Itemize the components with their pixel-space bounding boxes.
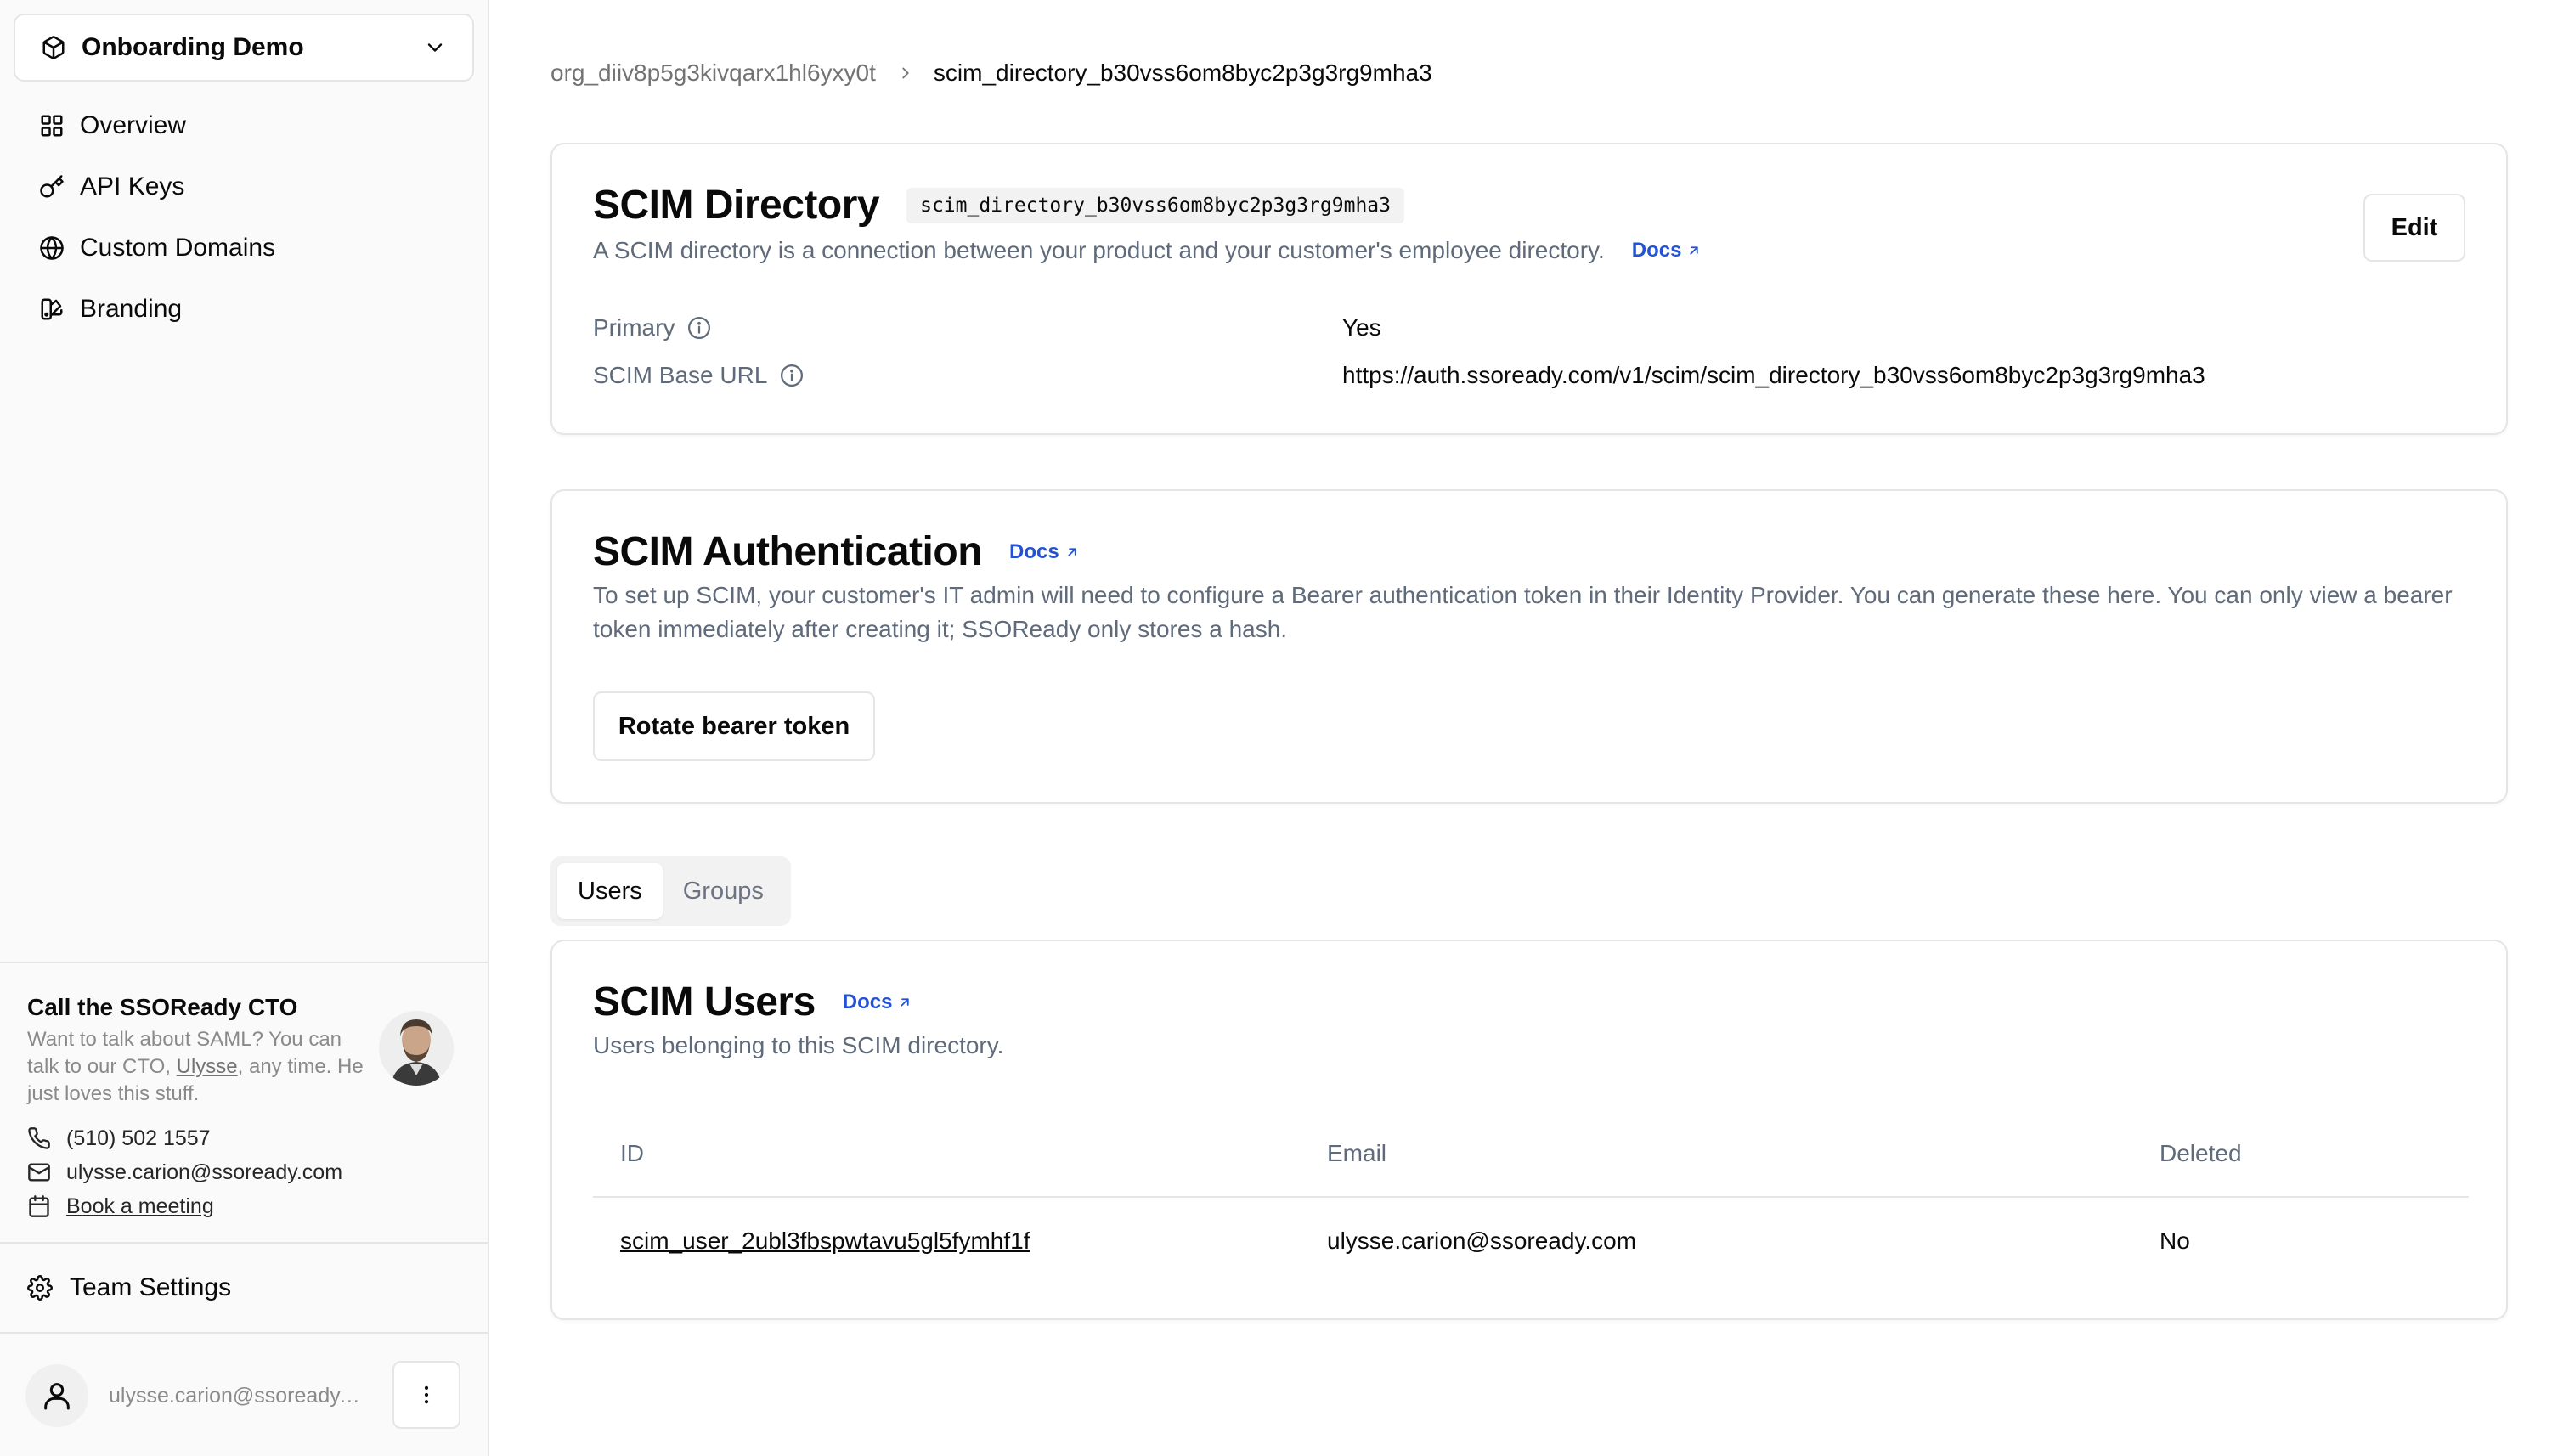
users-docs-link[interactable]: Docs (843, 990, 913, 1014)
cto-contacts: (510) 502 1557 ulysse.carion@ssoready.co… (27, 1121, 460, 1223)
directory-description: A SCIM directory is a connection between… (593, 237, 1605, 263)
sidebar-item-api-keys[interactable]: API Keys (14, 156, 474, 217)
cto-email-label: ulysse.carion@ssoready.com (66, 1160, 343, 1184)
arrow-up-right-icon (897, 995, 912, 1010)
info-icon[interactable] (686, 315, 712, 341)
column-header-email: Email (1327, 1140, 1387, 1166)
docs-link-label: Docs (1009, 539, 1059, 563)
gear-icon (27, 1275, 53, 1301)
info-icon[interactable] (779, 363, 805, 388)
cto-card: Call the SSOReady CTO Want to talk about… (0, 962, 488, 1242)
sidebar-nav: Overview API Keys Custom Domains Brandin… (14, 95, 474, 340)
detail-label-text: Primary (593, 314, 675, 341)
user-email-cell: ulysse.carion@ssoready.com (1327, 1227, 1637, 1254)
team-settings-label: Team Settings (70, 1273, 232, 1301)
scim-directory-card: SCIM Directory scim_directory_b30vss6om8… (550, 143, 2508, 435)
sidebar-item-overview[interactable]: Overview (14, 95, 474, 156)
detail-row-primary: Primary Yes (593, 311, 2462, 345)
cto-avatar (379, 1011, 454, 1086)
user-deleted-cell: No (2160, 1227, 2190, 1254)
more-vertical-icon (415, 1383, 438, 1407)
cto-card-description: Want to talk about SAML? You can talk to… (27, 1026, 375, 1108)
sidebar: Onboarding Demo Overview API Keys Custom… (0, 0, 489, 1456)
detail-label: Primary (593, 314, 1342, 341)
sidebar-item-label: Custom Domains (80, 234, 276, 262)
main-content: org_diiv8p5g3kivqarx1hl6yxy0t scim_direc… (491, 0, 2569, 1456)
key-icon (39, 174, 65, 200)
edit-button[interactable]: Edit (2363, 194, 2465, 262)
user-avatar (25, 1364, 88, 1427)
user-email: ulysse.carion@ssoready.com (109, 1383, 364, 1408)
breadcrumb-org-link[interactable]: org_diiv8p5g3kivqarx1hl6yxy0t (550, 59, 876, 87)
sidebar-item-branding[interactable]: Branding (14, 279, 474, 340)
rotate-bearer-token-button[interactable]: Rotate bearer token (593, 691, 875, 761)
auth-title: SCIM Authentication (593, 529, 983, 574)
detail-value: Yes (1342, 314, 1381, 341)
sidebar-item-custom-domains[interactable]: Custom Domains (14, 217, 474, 279)
docs-link-label: Docs (1631, 239, 1682, 262)
directory-id-badge: scim_directory_b30vss6om8byc2p3g3rg9mha3 (906, 187, 1404, 223)
directory-docs-link[interactable]: Docs (1632, 239, 1702, 262)
table-header: ID Email Deleted (593, 1111, 2469, 1198)
detail-label: SCIM Base URL (593, 362, 1342, 389)
sidebar-item-label: Branding (80, 295, 183, 323)
users-table: ID Email Deleted scim_user_2ubl3fbspwtav… (593, 1111, 2469, 1284)
box-icon (41, 35, 66, 60)
detail-row-base-url: SCIM Base URL https://auth.ssoready.com/… (593, 358, 2462, 392)
cto-name-link[interactable]: Ulysse (177, 1055, 238, 1078)
user-menu-button[interactable] (392, 1361, 460, 1429)
cto-book-meeting[interactable]: Book a meeting (27, 1189, 460, 1223)
user-account-row: ulysse.carion@ssoready.com (0, 1335, 488, 1456)
user-id-link[interactable]: scim_user_2ubl3fbspwtavu5gl5fymhf1f (620, 1227, 1030, 1254)
cto-email[interactable]: ulysse.carion@ssoready.com (27, 1155, 460, 1189)
grid-icon (39, 113, 65, 138)
arrow-up-right-icon (1686, 243, 1702, 258)
book-meeting-link[interactable]: Book a meeting (66, 1194, 214, 1219)
users-description: Users belonging to this SCIM directory. (593, 1032, 1004, 1058)
users-groups-tabs: Users Groups (550, 856, 791, 926)
users-title: SCIM Users (593, 979, 816, 1024)
org-name: Onboarding Demo (82, 33, 304, 61)
tab-users[interactable]: Users (557, 863, 663, 919)
breadcrumb: org_diiv8p5g3kivqarx1hl6yxy0t scim_direc… (550, 56, 1432, 90)
user-id-cell: scim_user_2ubl3fbspwtavu5gl5fymhf1f (593, 1227, 1327, 1255)
breadcrumb-current: scim_directory_b30vss6om8byc2p3g3rg9mha3 (933, 59, 1432, 86)
sidebar-item-label: Overview (80, 111, 187, 139)
detail-value: https://auth.ssoready.com/v1/scim/scim_d… (1342, 362, 2205, 388)
docs-link-label: Docs (842, 990, 893, 1013)
directory-title: SCIM Directory (593, 183, 880, 228)
cto-phone-label: (510) 502 1557 (66, 1126, 211, 1150)
chevron-right-icon (896, 64, 915, 82)
scim-authentication-card: SCIM Authentication Docs To set up SCIM,… (550, 489, 2508, 804)
column-header-deleted: Deleted (2160, 1140, 2242, 1166)
chevron-down-icon (423, 36, 447, 59)
globe-icon (39, 235, 65, 261)
phone-icon (27, 1126, 51, 1150)
arrow-up-right-icon (1064, 545, 1080, 560)
org-switcher[interactable]: Onboarding Demo (14, 14, 474, 82)
scim-users-card: SCIM Users Docs Users belonging to this … (550, 940, 2508, 1320)
auth-description: To set up SCIM, your customer's IT admin… (593, 582, 2453, 642)
cto-phone[interactable]: (510) 502 1557 (27, 1121, 460, 1155)
palette-icon (39, 296, 65, 322)
calendar-icon (27, 1194, 51, 1218)
sidebar-item-label: API Keys (80, 172, 185, 200)
tab-groups[interactable]: Groups (663, 863, 784, 919)
user-icon (40, 1379, 74, 1413)
team-settings-button[interactable]: Team Settings (0, 1242, 488, 1334)
column-header-id: ID (620, 1140, 644, 1166)
detail-label-text: SCIM Base URL (593, 362, 768, 388)
auth-docs-link[interactable]: Docs (1009, 540, 1080, 564)
mail-icon (27, 1160, 51, 1184)
table-row[interactable]: scim_user_2ubl3fbspwtavu5gl5fymhf1f ulys… (593, 1198, 2469, 1284)
